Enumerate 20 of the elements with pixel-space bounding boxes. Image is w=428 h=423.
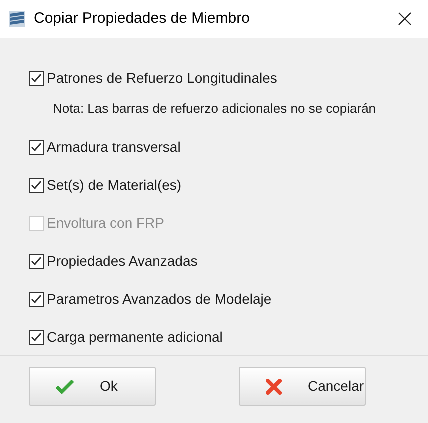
checkbox[interactable] bbox=[29, 178, 44, 193]
close-icon[interactable] bbox=[398, 12, 412, 26]
cancel-button[interactable]: Cancelar bbox=[239, 367, 366, 406]
checkbox[interactable] bbox=[29, 292, 44, 307]
ok-button[interactable]: Ok bbox=[29, 367, 156, 406]
option-label[interactable]: Parametros Avanzados de Modelaje bbox=[47, 289, 272, 310]
option-label[interactable]: Patrones de Refuerzo Longitudinales bbox=[47, 68, 278, 88]
window-title: Copiar Propiedades de Miembro bbox=[34, 8, 250, 29]
option-label[interactable]: Set(s) de Material(es) bbox=[47, 175, 182, 196]
cross-icon bbox=[266, 378, 282, 394]
checkbox[interactable] bbox=[29, 254, 44, 269]
option-label[interactable]: Armadura transversal bbox=[47, 137, 181, 158]
checkbox[interactable] bbox=[29, 70, 44, 86]
note-text: Nota: Las barras de refuerzo adicionales no se copiarán bbox=[53, 100, 378, 118]
building-icon bbox=[8, 10, 26, 28]
option-label[interactable]: Propiedades Avanzadas bbox=[47, 251, 198, 272]
option-label[interactable]: Carga permanente adicional bbox=[47, 327, 223, 348]
checkbox[interactable] bbox=[29, 330, 44, 345]
checkbox[interactable] bbox=[29, 140, 44, 155]
checkmark-icon bbox=[56, 380, 74, 394]
